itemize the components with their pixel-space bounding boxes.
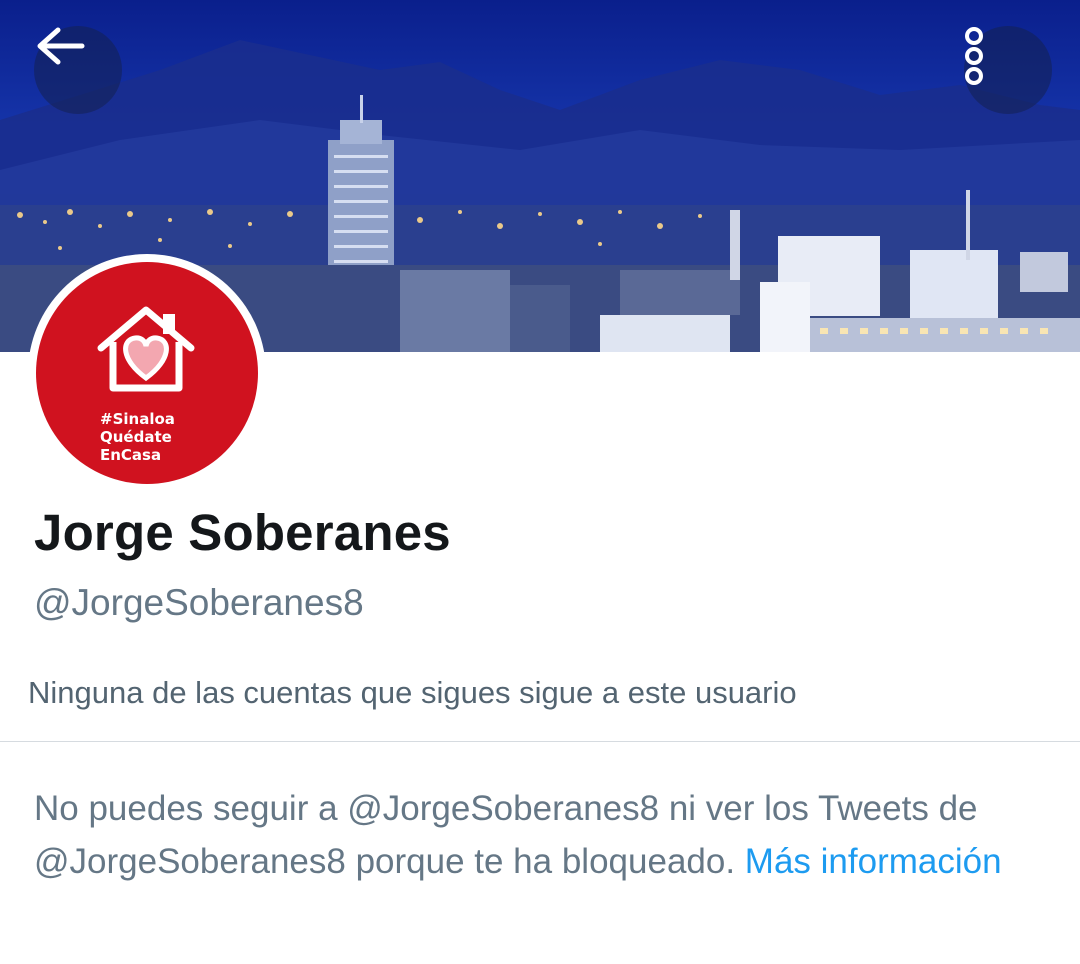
house-heart-icon [97,306,195,392]
user-handle: @JorgeSoberanes8 [34,582,364,623]
avatar-line-1: #Sinaloa [100,410,175,428]
arrow-left-icon [37,27,85,65]
avatar-image: #Sinaloa Quédate EnCasa [36,262,258,484]
divider [0,741,1080,742]
blocked-notice: No puedes seguir a @JorgeSoberanes8 ni v… [34,782,1054,888]
back-button[interactable] [34,26,122,114]
more-options-button[interactable] [964,26,1052,114]
learn-more-link[interactable]: Más información [745,842,1002,881]
avatar[interactable]: #Sinaloa Quédate EnCasa [28,254,266,492]
display-name: Jorge Soberanes [34,504,451,561]
avatar-line-2: Quédate [100,428,172,446]
avatar-hashtag-text: #Sinaloa Quédate EnCasa [100,410,220,464]
more-vertical-icon [965,27,983,85]
followers-you-know-text[interactable]: Ninguna de las cuentas que sigues sigue … [28,675,797,711]
avatar-line-3: EnCasa [100,446,162,464]
